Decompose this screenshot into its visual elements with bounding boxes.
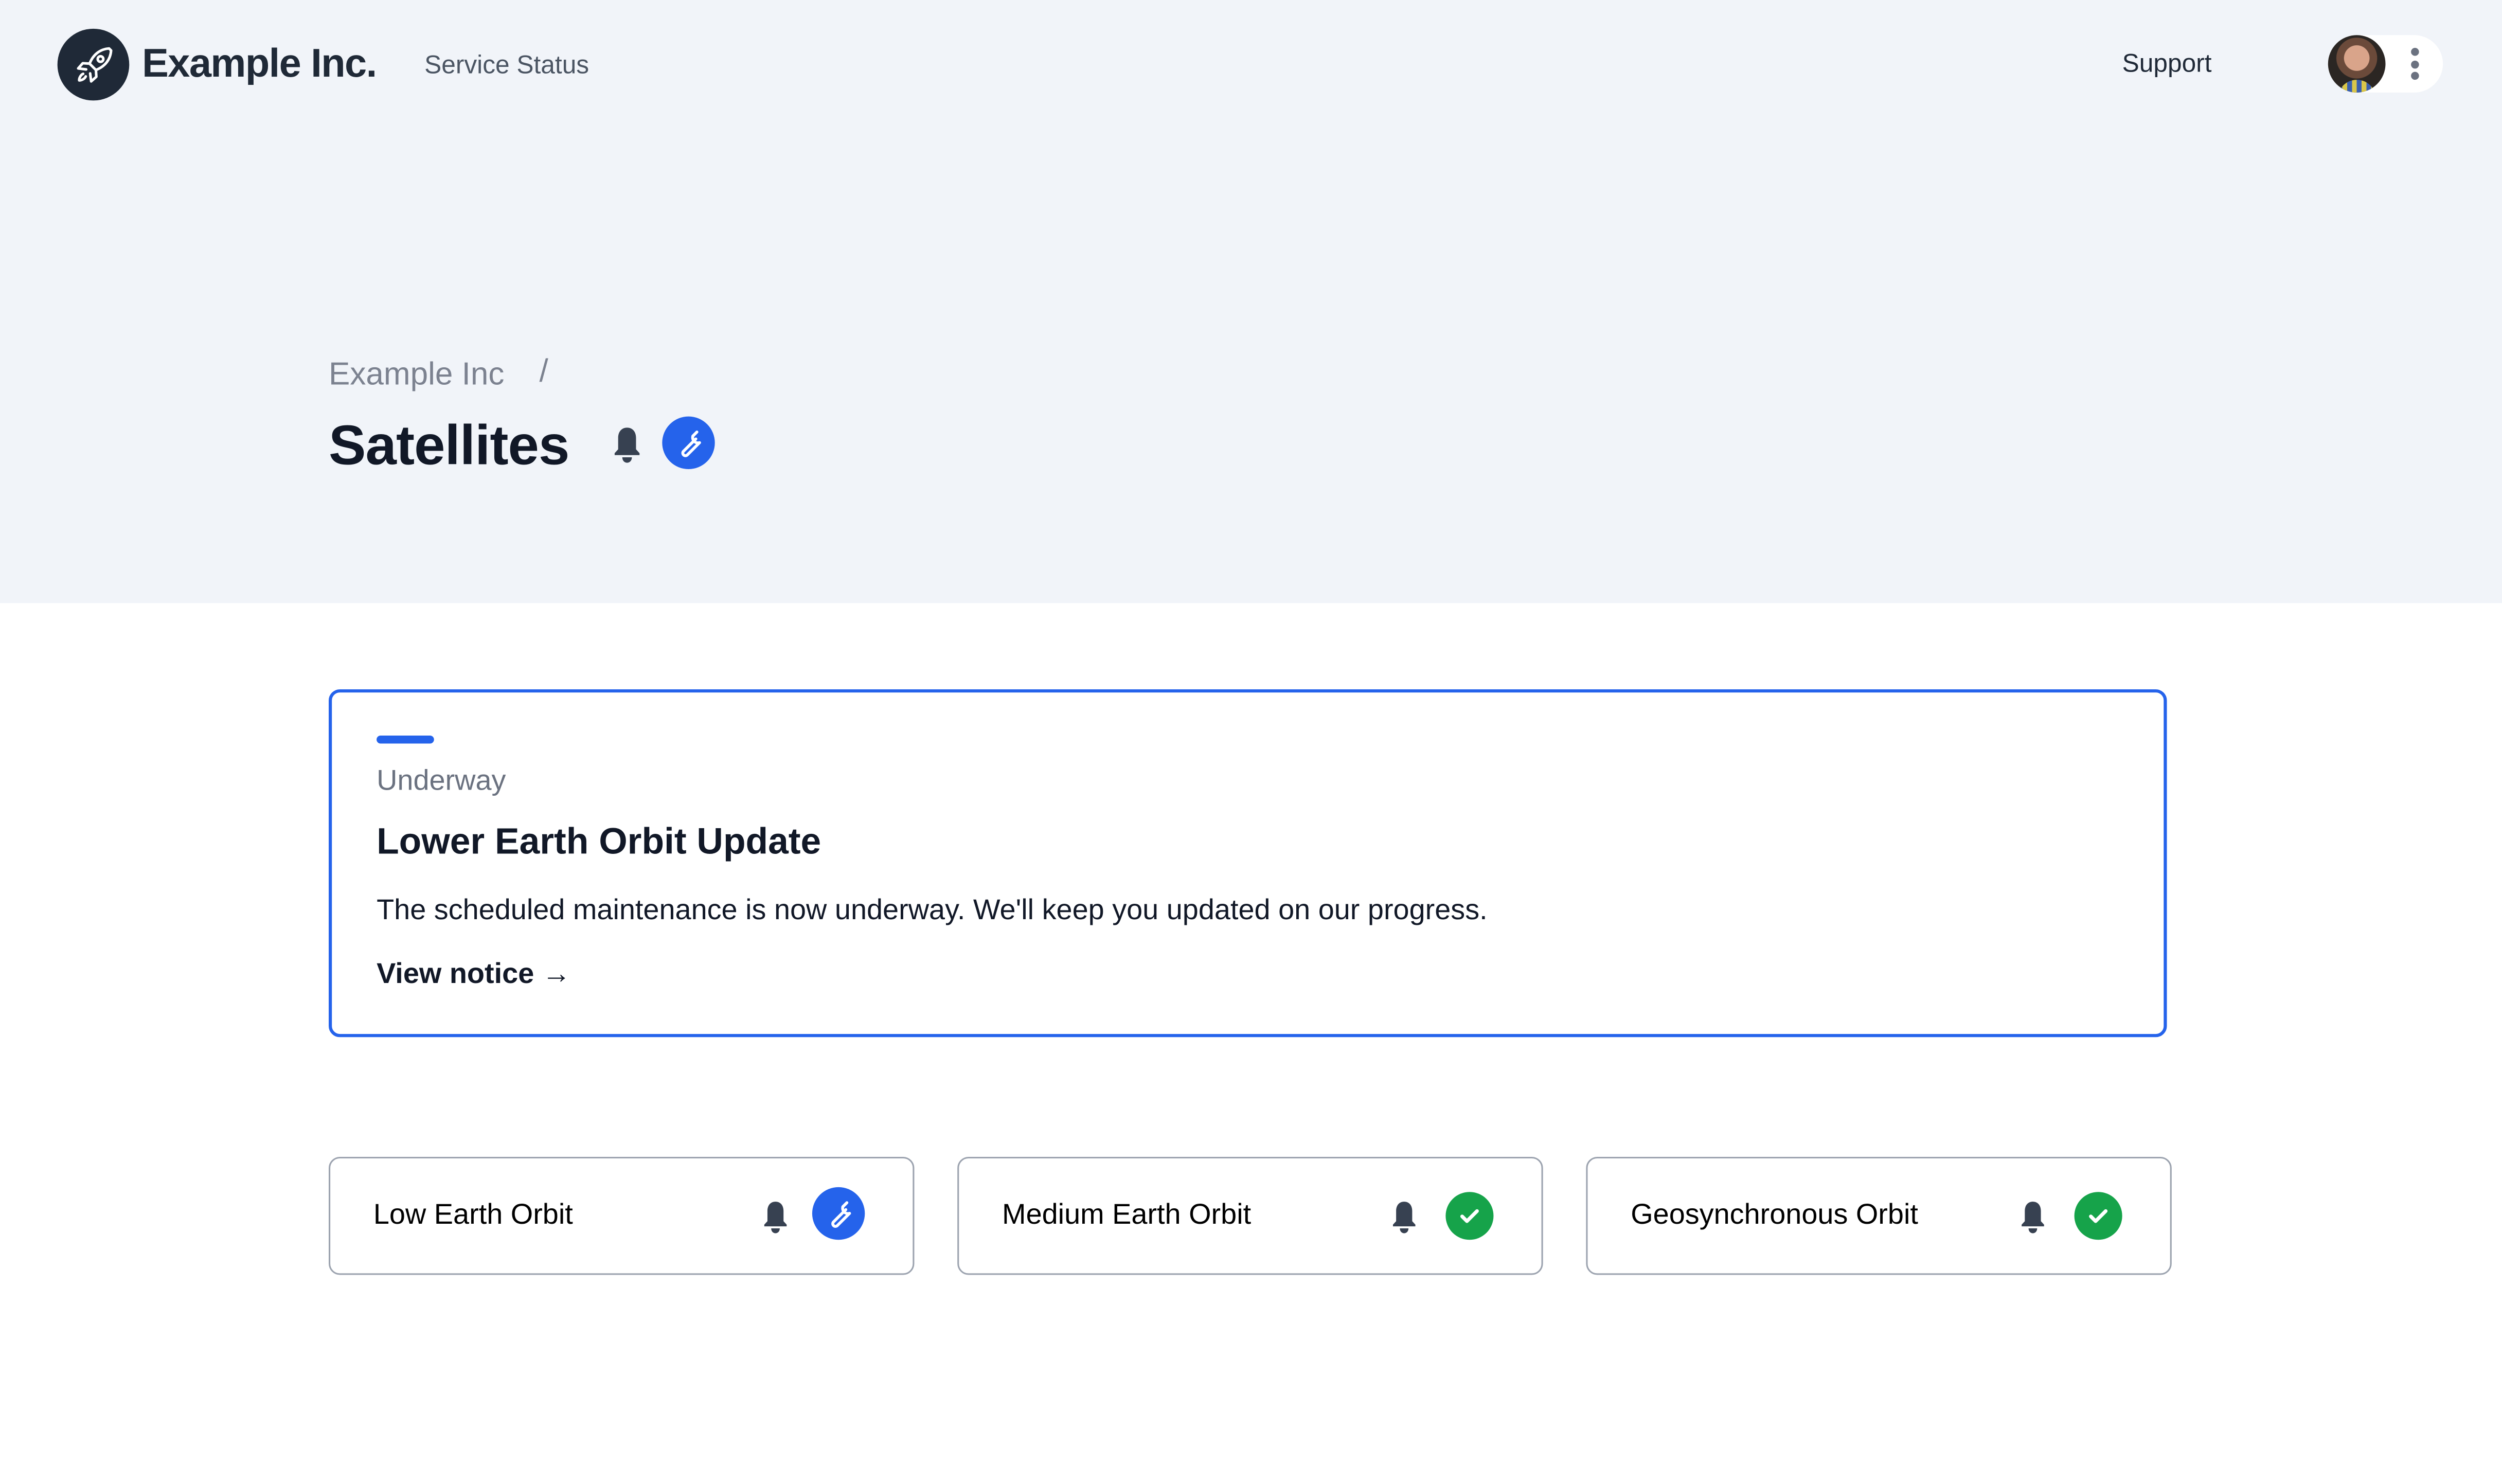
component-name: Geosynchronous Orbit	[1631, 1198, 1918, 1230]
notice-title: Lower Earth Orbit Update	[377, 820, 821, 862]
operational-status-badge	[2074, 1192, 2122, 1240]
maintenance-status-badge	[662, 416, 715, 469]
wrench-icon	[830, 1200, 850, 1227]
notice-body: The scheduled maintenance is now underwa…	[377, 893, 1488, 926]
check-icon	[1460, 1209, 1479, 1223]
notice-accent-bar	[377, 736, 434, 744]
bell-icon[interactable]	[2015, 1199, 2050, 1237]
maintenance-status-badge	[812, 1187, 865, 1240]
component-card-low-earth-orbit[interactable]: Low Earth Orbit	[329, 1156, 915, 1275]
nav-service-status[interactable]: Service Status	[424, 52, 589, 81]
bell-icon[interactable]	[758, 1199, 793, 1237]
maintenance-notice-card: Underway Lower Earth Orbit Update The sc…	[329, 689, 2167, 1038]
bell-icon[interactable]	[1387, 1199, 1422, 1237]
page-title: Satellites	[329, 415, 569, 477]
user-menu-button[interactable]	[2328, 35, 2443, 93]
component-name: Medium Earth Orbit	[1002, 1198, 1252, 1230]
avatar	[2328, 35, 2386, 93]
component-name: Low Earth Orbit	[373, 1198, 573, 1230]
view-notice-link[interactable]: View notice →	[377, 957, 571, 991]
wrench-icon	[681, 430, 701, 457]
logo[interactable]	[57, 28, 130, 101]
status-page: Example Inc. Service Status Support Exam…	[0, 0, 2502, 1484]
bell-icon[interactable]	[608, 424, 646, 466]
kebab-menu-icon	[2408, 48, 2421, 80]
top-navbar: Example Inc. Service Status Support	[0, 0, 2502, 134]
operational-status-badge	[1445, 1192, 1494, 1240]
check-icon	[2089, 1209, 2108, 1223]
nav-support[interactable]: Support	[2122, 51, 2212, 80]
component-card-geosynchronous-orbit[interactable]: Geosynchronous Orbit	[1586, 1156, 2172, 1275]
breadcrumb-parent[interactable]: Example Inc	[329, 357, 504, 394]
component-card-medium-earth-orbit[interactable]: Medium Earth Orbit	[957, 1156, 1543, 1275]
notice-status: Underway	[377, 764, 506, 796]
rocket-icon	[76, 46, 112, 82]
breadcrumb-separator: /	[539, 354, 548, 389]
brand-name[interactable]: Example Inc.	[142, 42, 377, 88]
